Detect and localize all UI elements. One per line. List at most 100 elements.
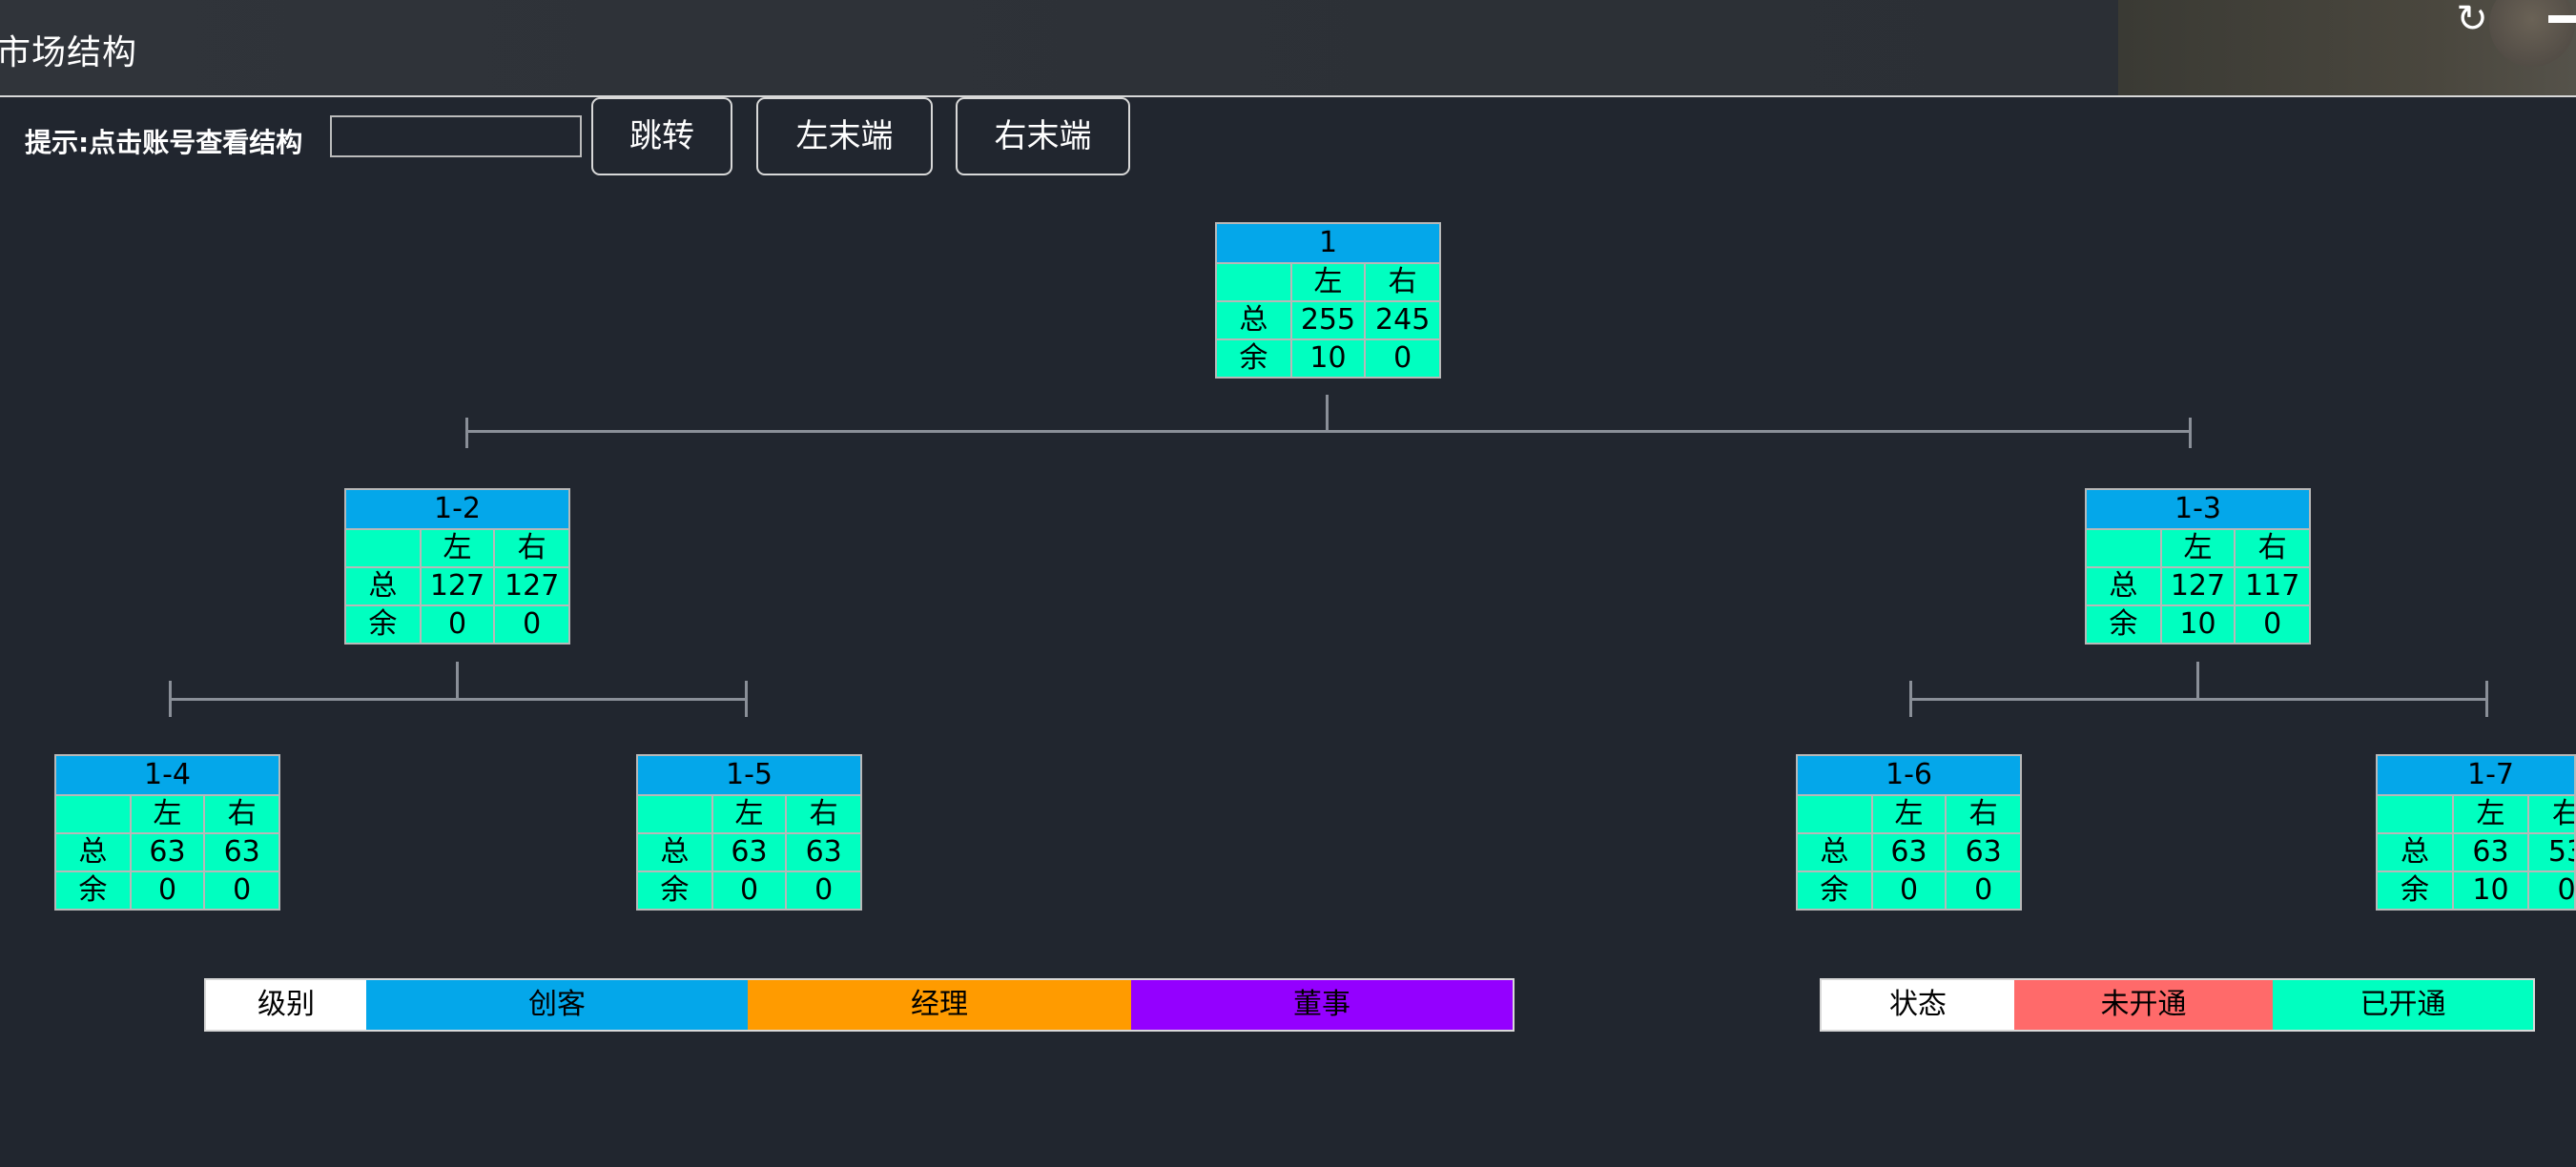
connector-line bbox=[169, 681, 172, 717]
row-total-label: 总 bbox=[2378, 832, 2454, 872]
total-left: 127 bbox=[2159, 566, 2236, 606]
rest-left: 0 bbox=[419, 604, 496, 643]
row-rest-label: 余 bbox=[346, 604, 422, 643]
node-account[interactable]: 1 bbox=[1217, 224, 1439, 264]
total-right: 53 bbox=[2527, 832, 2574, 872]
tree-node[interactable]: 1-3 左右 总 127 117 余 10 0 bbox=[2085, 488, 2311, 645]
total-left: 127 bbox=[419, 566, 496, 606]
col-right-label: 右 bbox=[2527, 796, 2574, 834]
page-title: 市场结构 bbox=[0, 33, 138, 72]
row-rest-label: 余 bbox=[2378, 870, 2454, 909]
row-total-label: 总 bbox=[56, 832, 132, 872]
account-search-input[interactable] bbox=[330, 115, 582, 157]
row-rest-label: 余 bbox=[56, 870, 132, 909]
connector-line bbox=[1326, 395, 1329, 433]
node-account[interactable]: 1-3 bbox=[2087, 490, 2309, 530]
rest-right: 0 bbox=[2234, 604, 2309, 643]
node-table: 左右 总 127 117 余 10 0 bbox=[2087, 530, 2309, 643]
total-left: 63 bbox=[129, 832, 206, 872]
col-left-label: 左 bbox=[1870, 796, 1947, 834]
col-right-label: 右 bbox=[493, 530, 568, 568]
total-left: 63 bbox=[1870, 832, 1947, 872]
rest-right: 0 bbox=[2527, 870, 2574, 909]
tree-node[interactable]: 1-7 左右 总6353 余100 bbox=[2376, 754, 2576, 911]
total-right: 127 bbox=[493, 566, 568, 606]
node-account[interactable]: 1-6 bbox=[1798, 756, 2020, 796]
total-left: 63 bbox=[711, 832, 788, 872]
node-table: 左右 总 63 63 余00 bbox=[638, 796, 860, 909]
node-account[interactable]: 1-5 bbox=[638, 756, 860, 796]
rest-left: 0 bbox=[129, 870, 206, 909]
node-account[interactable]: 1-2 bbox=[346, 490, 568, 530]
total-right: 63 bbox=[785, 832, 860, 872]
corner-cell bbox=[638, 796, 713, 834]
tree-node[interactable]: 1-2 左右 总 127 127 余00 bbox=[344, 488, 570, 645]
rest-right: 0 bbox=[1364, 338, 1439, 377]
top-header: 市场结构 bbox=[0, 0, 2576, 97]
connector-line bbox=[2189, 418, 2192, 448]
total-right: 63 bbox=[1945, 832, 2020, 872]
row-total-label: 总 bbox=[346, 566, 422, 606]
connector-line bbox=[745, 681, 748, 717]
row-rest-label: 余 bbox=[638, 870, 713, 909]
col-right-label: 右 bbox=[785, 796, 860, 834]
corner-cell bbox=[56, 796, 132, 834]
level-director: 董事 bbox=[1131, 980, 1513, 1030]
connector-line bbox=[2196, 662, 2199, 700]
connector-line bbox=[1909, 698, 2488, 701]
rest-left: 10 bbox=[1289, 338, 1367, 377]
col-left-label: 左 bbox=[711, 796, 788, 834]
left-end-button[interactable]: 左末端 bbox=[756, 97, 933, 175]
status-active: 已开通 bbox=[2273, 980, 2533, 1030]
col-right-label: 右 bbox=[203, 796, 278, 834]
refresh-icon[interactable]: ↻ bbox=[2451, 0, 2493, 40]
row-total-label: 总 bbox=[2087, 566, 2162, 606]
node-account[interactable]: 1-7 bbox=[2378, 756, 2574, 796]
tree-node[interactable]: 1-6 左右 总 63 63 余00 bbox=[1796, 754, 2022, 911]
node-table: 左右 总 63 63 余00 bbox=[1798, 796, 2020, 909]
col-right-label: 右 bbox=[1945, 796, 2020, 834]
tree-node[interactable]: 1-4 左右 总 63 63 余00 bbox=[54, 754, 280, 911]
node-table: 左右 总 127 127 余00 bbox=[346, 530, 568, 643]
row-rest-label: 余 bbox=[1217, 338, 1292, 377]
level-legend: 级别 创客 经理 董事 bbox=[204, 978, 1515, 1032]
total-right: 245 bbox=[1364, 300, 1439, 340]
rest-left: 10 bbox=[2159, 604, 2236, 643]
rest-right: 0 bbox=[1945, 870, 2020, 909]
rest-right: 0 bbox=[203, 870, 278, 909]
col-left-label: 左 bbox=[129, 796, 206, 834]
connector-line bbox=[465, 430, 2192, 433]
level-legend-label: 级别 bbox=[206, 980, 366, 1030]
col-left-label: 左 bbox=[2159, 530, 2236, 568]
row-rest-label: 余 bbox=[2087, 604, 2162, 643]
row-rest-label: 余 bbox=[1798, 870, 1873, 909]
status-inactive: 未开通 bbox=[2014, 980, 2273, 1030]
row-total-label: 总 bbox=[1217, 300, 1292, 340]
col-right-label: 右 bbox=[1364, 264, 1439, 302]
rest-left: 10 bbox=[2452, 870, 2529, 909]
connector-line bbox=[2485, 681, 2488, 717]
tree-node[interactable]: 1-5 左右 总 63 63 余00 bbox=[636, 754, 862, 911]
minimize-icon[interactable] bbox=[2548, 15, 2576, 23]
row-total-label: 总 bbox=[1798, 832, 1873, 872]
corner-cell bbox=[2378, 796, 2454, 834]
search-hint: 提示:点击账号查看结构 bbox=[25, 127, 303, 158]
col-left-label: 左 bbox=[419, 530, 496, 568]
total-left: 63 bbox=[2452, 832, 2529, 872]
node-account[interactable]: 1-4 bbox=[56, 756, 278, 796]
rest-left: 0 bbox=[1870, 870, 1947, 909]
node-table: 左右 总6353 余100 bbox=[2378, 796, 2574, 909]
total-right: 63 bbox=[203, 832, 278, 872]
jump-button[interactable]: 跳转 bbox=[591, 97, 732, 175]
status-legend: 状态 未开通 已开通 bbox=[1820, 978, 2535, 1032]
connector-line bbox=[169, 698, 748, 701]
rest-right: 0 bbox=[785, 870, 860, 909]
corner-cell bbox=[346, 530, 422, 568]
total-left: 255 bbox=[1289, 300, 1367, 340]
right-end-button[interactable]: 右末端 bbox=[956, 97, 1130, 175]
col-right-label: 右 bbox=[2234, 530, 2309, 568]
col-left-label: 左 bbox=[2452, 796, 2529, 834]
level-chuangke: 创客 bbox=[366, 980, 748, 1030]
col-left-label: 左 bbox=[1289, 264, 1367, 302]
tree-node[interactable]: 1 左右 总 255 245 余 10 0 bbox=[1215, 222, 1441, 379]
